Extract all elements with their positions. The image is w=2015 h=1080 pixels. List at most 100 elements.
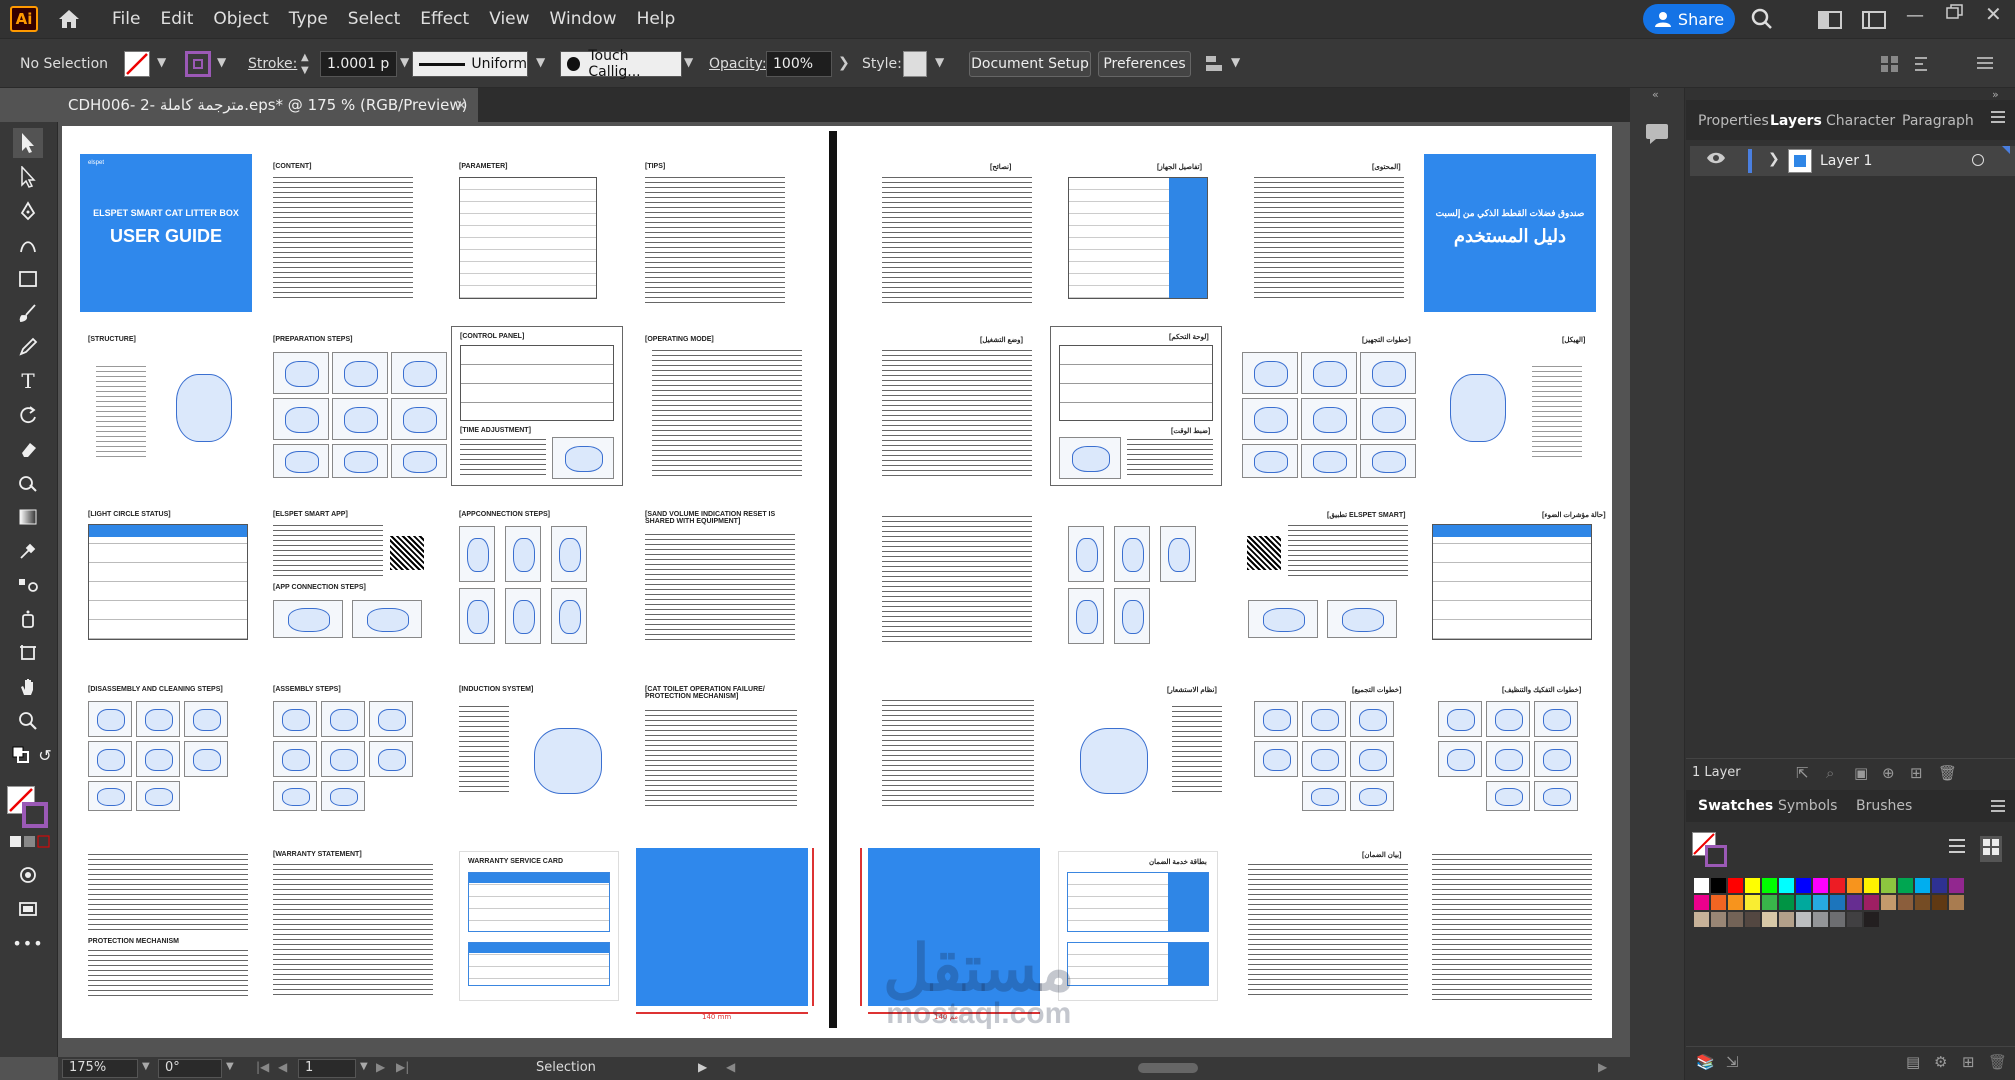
minimize-icon[interactable]: — [1906, 5, 1924, 26]
rotate-tool-icon[interactable] [13, 400, 43, 430]
tab-swatches[interactable]: Swatches [1698, 798, 1773, 814]
color-swatch[interactable] [1694, 895, 1709, 910]
color-swatch[interactable] [1745, 895, 1760, 910]
restore-icon[interactable] [1946, 4, 1964, 24]
align-icon[interactable] [1204, 54, 1226, 78]
artboard[interactable]: elspet ELSPET SMART CAT LITTER BOX USER … [62, 126, 1612, 1038]
variable-width-profile[interactable]: Uniform [412, 51, 528, 77]
gradient-tool-icon[interactable] [13, 502, 43, 532]
color-swatch[interactable] [1881, 895, 1896, 910]
brush-dropdown[interactable]: ▼ [684, 55, 693, 69]
expand-panels-icon[interactable]: « [1652, 88, 1659, 101]
rectangle-tool-icon[interactable] [13, 264, 43, 294]
close-tab-icon[interactable]: × [455, 95, 468, 114]
horizontal-scrollbar[interactable] [1138, 1063, 1198, 1073]
opacity-label[interactable]: Opacity: [709, 56, 767, 72]
color-swatch[interactable] [1762, 895, 1777, 910]
menu-object[interactable]: Object [213, 9, 268, 29]
graphic-style-swatch[interactable] [903, 51, 927, 77]
color-swatch[interactable] [1796, 895, 1811, 910]
color-swatch[interactable] [1745, 912, 1760, 927]
grid-view-icon[interactable] [1980, 836, 2002, 862]
color-swatch[interactable] [1813, 895, 1828, 910]
color-swatch[interactable] [1864, 895, 1879, 910]
first-artboard-icon[interactable]: |◀ [256, 1060, 269, 1074]
distribute-icon[interactable] [1913, 54, 1937, 78]
color-swatch[interactable] [1915, 878, 1930, 893]
artboard-dropdown[interactable]: ▼ [360, 1061, 368, 1072]
locate-object-icon[interactable]: ⌕ [1826, 764, 1834, 782]
zoom-tool-icon[interactable] [13, 706, 43, 736]
menu-select[interactable]: Select [348, 9, 400, 29]
layer-row[interactable]: ❯ Layer 1 [1690, 146, 2015, 176]
tab-brushes[interactable]: Brushes [1856, 798, 1912, 814]
color-swatch[interactable] [1745, 878, 1760, 893]
type-tool-icon[interactable]: T [13, 366, 43, 396]
symbol-sprayer-tool-icon[interactable] [13, 604, 43, 634]
color-swatch[interactable] [1949, 878, 1964, 893]
stroke-label[interactable]: Stroke: [248, 56, 297, 72]
document-setup-button[interactable]: Document Setup [969, 51, 1091, 77]
transform-icon[interactable] [1880, 55, 1900, 77]
color-swatch[interactable] [1847, 895, 1862, 910]
rotation-dropdown[interactable]: ▼ [226, 1061, 234, 1072]
align-dropdown[interactable]: ▼ [1231, 55, 1240, 69]
tab-character[interactable]: Character [1826, 113, 1895, 129]
stroke-color-indicator[interactable] [22, 802, 48, 828]
share-button[interactable]: Share [1643, 4, 1735, 34]
comments-icon[interactable] [1644, 122, 1670, 150]
brush-definition[interactable]: Touch Callig... [560, 48, 682, 80]
tab-layers[interactable]: Layers [1770, 113, 1822, 129]
home-icon[interactable] [52, 2, 86, 36]
preferences-button[interactable]: Preferences [1098, 51, 1191, 77]
color-swatch[interactable] [1728, 895, 1743, 910]
tab-paragraph[interactable]: Paragraph [1902, 113, 1974, 129]
export-icon[interactable]: ⇱ [1796, 764, 1809, 782]
workspace-icon[interactable] [1862, 11, 1886, 33]
prev-artboard-icon[interactable]: ◀ [278, 1060, 287, 1074]
new-color-group-icon[interactable]: ▤ [1906, 1053, 1920, 1071]
canvas-area[interactable]: elspet ELSPET SMART CAT LITTER BOX USER … [58, 122, 1630, 1057]
menu-edit[interactable]: Edit [160, 9, 193, 29]
color-swatch[interactable] [1898, 895, 1913, 910]
color-swatch[interactable] [1949, 895, 1964, 910]
swatch-options-icon[interactable]: ⚙ [1934, 1053, 1947, 1071]
arrange-documents-icon[interactable] [1818, 11, 1842, 33]
color-swatch[interactable] [1932, 895, 1947, 910]
color-swatch[interactable] [1694, 912, 1709, 927]
color-swatch[interactable] [1762, 878, 1777, 893]
color-swatch[interactable] [1881, 878, 1896, 893]
swatches-options-icon[interactable] [1990, 799, 2006, 817]
visibility-eye-icon[interactable] [1706, 151, 1726, 169]
expand-layer-icon[interactable]: ❯ [1768, 151, 1780, 167]
selection-tool-icon[interactable] [13, 128, 43, 158]
next-artboard-icon[interactable]: ▶ [376, 1060, 385, 1074]
more-tools-icon[interactable]: ••• [12, 928, 43, 958]
delete-layer-icon[interactable]: 🗑 [1938, 764, 1957, 782]
delete-swatch-icon[interactable]: 🗑 [1988, 1053, 2007, 1071]
pencil-tool-icon[interactable] [13, 332, 43, 362]
color-swatch[interactable] [1779, 895, 1794, 910]
close-window-icon[interactable]: ✕ [1985, 2, 2002, 26]
status-menu-icon[interactable]: ▶ [698, 1060, 707, 1074]
color-swatch[interactable] [1711, 878, 1726, 893]
panel-menu-icon[interactable] [1975, 54, 1995, 76]
color-swatch[interactable] [1813, 912, 1828, 927]
new-layer-icon[interactable]: ⊞ [1910, 764, 1923, 782]
opacity-arrow-icon[interactable]: ❯ [838, 55, 850, 71]
tab-symbols[interactable]: Symbols [1778, 798, 1837, 814]
color-swatch[interactable] [1779, 878, 1794, 893]
document-tab[interactable]: CDH006- 2- مترجمة كاملة.eps* @ 175 % (RG… [58, 88, 478, 122]
stroke-stepper[interactable]: ▲ ▼ [301, 51, 309, 77]
menu-window[interactable]: Window [550, 9, 617, 29]
swatch-stroke-indicator[interactable] [1705, 845, 1727, 867]
last-artboard-icon[interactable]: ▶| [396, 1060, 409, 1074]
stroke-weight-field[interactable]: 1.0001 p [320, 51, 397, 77]
color-swatch[interactable] [1864, 878, 1879, 893]
menu-file[interactable]: File [112, 9, 140, 29]
direct-selection-tool-icon[interactable] [13, 162, 43, 192]
fill-none-swatch[interactable] [124, 51, 150, 77]
eraser-tool-icon[interactable] [13, 434, 43, 464]
menu-view[interactable]: View [489, 9, 529, 29]
tab-properties[interactable]: Properties [1698, 113, 1769, 129]
